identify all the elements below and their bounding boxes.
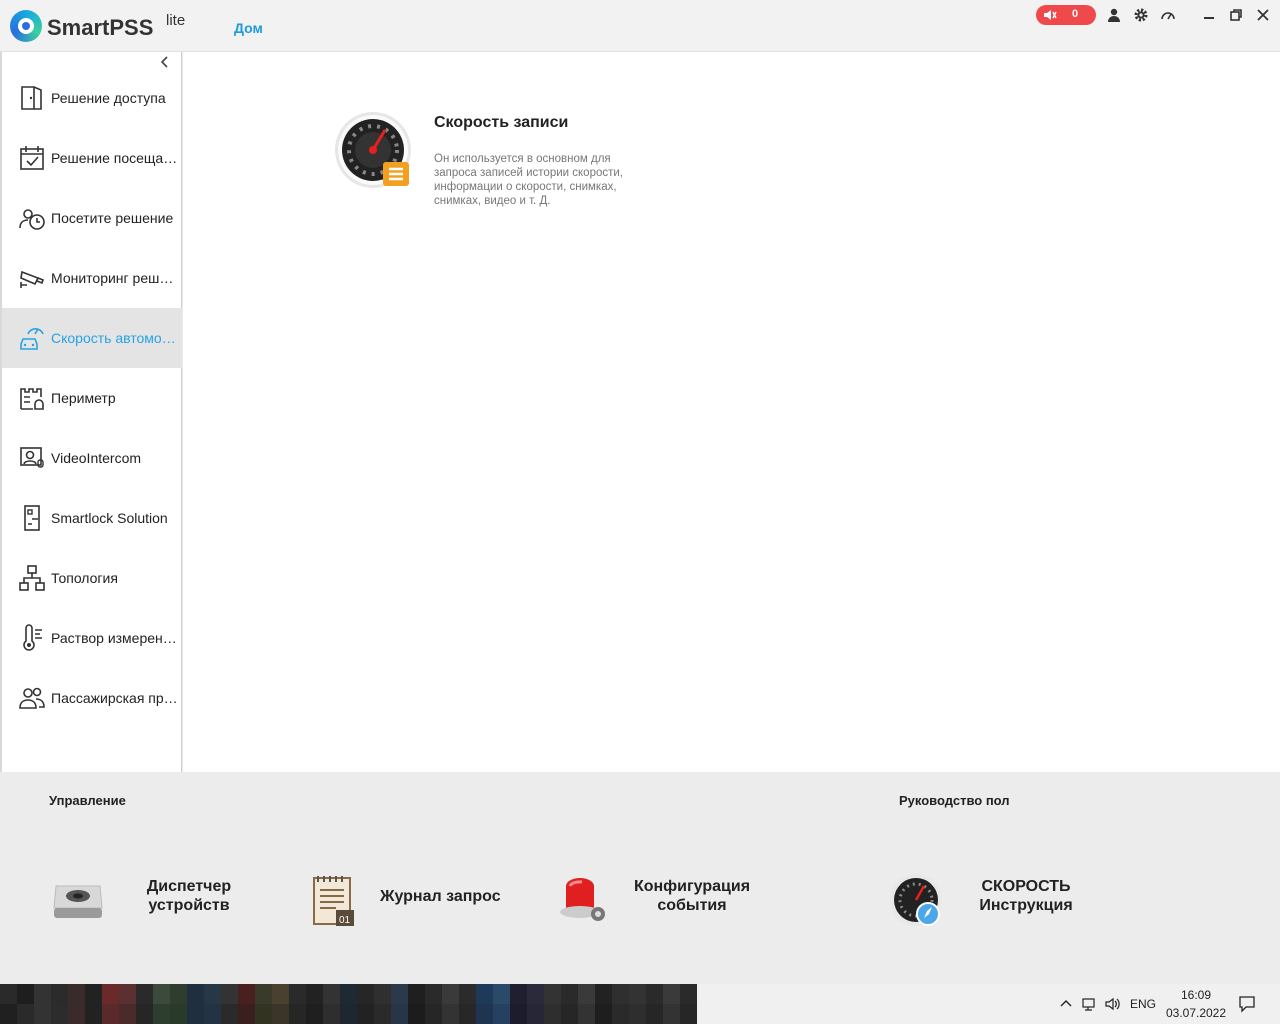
sidebar-item-label: Решение посещаемости (51, 150, 179, 166)
app-edition: lite (166, 12, 186, 29)
chevron-up-icon[interactable] (1058, 996, 1074, 1012)
notification-icon[interactable] (1238, 995, 1256, 1013)
sidebar-item-label: VideoIntercom (51, 450, 142, 466)
visitor-clock-icon (19, 209, 45, 230)
language-indicator[interactable]: ENG (1130, 997, 1156, 1011)
guide-label: Руководство пол (899, 793, 1010, 808)
sidebar-item-smartlock[interactable]: Smartlock Solution (2, 488, 182, 548)
alarm-counter-button[interactable]: 0 (1036, 5, 1096, 25)
sidebar-item-label: Решение доступа (51, 90, 166, 106)
gear-icon[interactable] (1133, 7, 1149, 23)
cctv-camera-icon (20, 270, 44, 288)
bottom-panel: Управление Руководство пол Диспетчер уст… (0, 772, 1280, 984)
clock-time[interactable]: 16:09 (1170, 988, 1222, 1002)
door-icon (21, 86, 42, 110)
tool-label-line2: Инструкция (979, 897, 1073, 914)
card-description: Он используется в основном для запроса з… (434, 153, 623, 207)
tool-label-line1: СКОРОСТЬ (981, 878, 1071, 895)
device-manager-button[interactable]: Диспетчер устройств (50, 867, 250, 927)
sidebar-item-label: Скорость автомобиля (51, 330, 179, 346)
management-label: Управление (49, 793, 126, 808)
app-name: SmartPSS (47, 15, 154, 40)
network-icon[interactable] (1081, 996, 1097, 1012)
taskbar-apps-obscured (0, 984, 702, 1024)
minimize-icon[interactable] (1201, 7, 1217, 23)
sidebar: Решение доступа Решение посещаемости Пос… (0, 52, 182, 772)
tool-label-line1: Диспетчер (146, 878, 232, 895)
main-content: Скорость записи Он используется в основн… (183, 52, 1280, 772)
sidebar-item-access[interactable]: Решение доступа (2, 68, 182, 128)
volume-icon[interactable] (1104, 996, 1120, 1012)
alarm-count: 0 (1072, 8, 1079, 20)
sidebar-item-passenger-flow[interactable]: Пассажирская пропускная способность (2, 668, 182, 728)
sidebar-item-monitoring[interactable]: Мониторинг решений (2, 248, 182, 308)
card-title[interactable]: Скорость записи (434, 114, 568, 132)
smartpss-logo-icon (10, 10, 42, 42)
speed-guide-button[interactable]: СКОРОСТЬ Инструкция (888, 867, 1088, 927)
smartlock-icon (24, 505, 40, 531)
sidebar-item-label: Посетите решение (51, 210, 174, 226)
topology-icon (19, 565, 45, 591)
perimeter-icon (20, 388, 44, 410)
sidebar-item-topology[interactable]: Топология (2, 548, 182, 608)
people-icon (19, 687, 45, 709)
title-bar: SmartPSS lite Дом 0 (0, 0, 1280, 52)
calendar-check-icon (20, 146, 44, 170)
car-speed-icon (20, 328, 44, 350)
sidebar-item-videointercom[interactable]: VideoIntercom (2, 428, 182, 488)
restore-icon[interactable] (1228, 7, 1244, 23)
event-config-button[interactable]: Конфигурация события (554, 867, 774, 927)
tab-home[interactable]: Дом (234, 20, 263, 36)
sidebar-item-label: Пассажирская пропускная способность (51, 690, 179, 706)
sidebar-item-label: Smartlock Solution (51, 510, 168, 526)
clock-date[interactable]: 03.07.2022 (1160, 1006, 1232, 1020)
sidebar-item-label: Раствор измерения температуры (51, 630, 179, 646)
log-query-button[interactable]: 01 Журнал запрос (308, 867, 508, 927)
speed-record-icon[interactable] (333, 110, 413, 190)
intercom-icon (20, 447, 44, 468)
sidebar-item-perimeter[interactable]: Периметр (2, 368, 182, 428)
speaker-icon (1044, 10, 1057, 20)
tool-label-line1: Конфигурация (633, 878, 751, 895)
user-icon[interactable] (1106, 7, 1122, 23)
tool-label-line1: Журнал запрос (380, 888, 501, 905)
sidebar-item-label: Мониторинг решений (51, 270, 179, 286)
speed-guide-icon (890, 874, 942, 926)
sidebar-item-label: Топология (51, 570, 118, 586)
sidebar-item-vehicle-speed[interactable]: Скорость автомобиля (2, 308, 182, 368)
log-icon: 01 (313, 876, 354, 926)
chevron-left-icon[interactable] (158, 55, 172, 69)
tool-label-line2: события (657, 897, 727, 914)
sidebar-item-attendance[interactable]: Решение посещаемости (2, 128, 182, 188)
taskbar: ENG 16:09 03.07.2022 (0, 984, 1280, 1024)
svg-text:01: 01 (339, 915, 351, 926)
thermometer-icon (23, 624, 42, 651)
close-icon[interactable] (1255, 7, 1271, 23)
speedometer-icon[interactable] (1160, 7, 1176, 23)
tool-label-line2: устройств (148, 897, 230, 914)
sidebar-item-label: Периметр (51, 390, 116, 406)
sidebar-item-temperature[interactable]: Раствор измерения температуры (2, 608, 182, 668)
alarm-siren-icon (560, 878, 605, 921)
device-manager-icon (53, 885, 103, 918)
sidebar-item-visitor[interactable]: Посетите решение (2, 188, 182, 248)
